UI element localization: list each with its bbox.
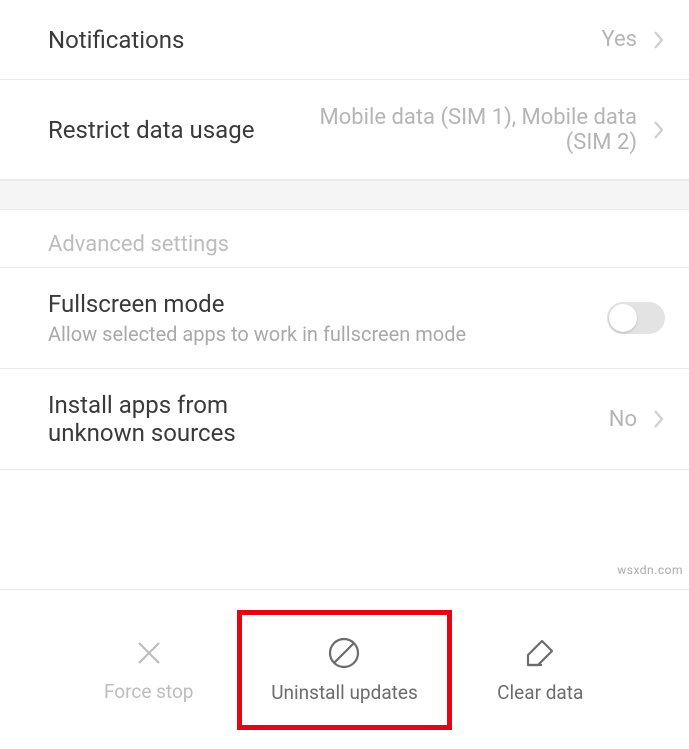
fullscreen-subtitle: Allow selected apps to work in fullscree… (48, 322, 595, 346)
chevron-right-icon (653, 408, 665, 430)
force-stop-button: Force stop (60, 610, 237, 730)
fullscreen-label: Fullscreen mode (48, 290, 595, 318)
force-stop-label: Force stop (104, 680, 193, 703)
clear-data-button[interactable]: Clear data (452, 610, 629, 730)
chevron-right-icon (653, 29, 665, 51)
chevron-right-icon (653, 119, 665, 141)
restrict-data-value: Mobile data (SIM 1), Mobile data (SIM 2) (297, 105, 637, 155)
restrict-data-label: Restrict data usage (48, 116, 254, 144)
fullscreen-toggle[interactable] (607, 302, 665, 334)
advanced-settings-header: Advanced settings (0, 210, 689, 268)
notifications-row[interactable]: Notifications Yes (0, 0, 689, 80)
fullscreen-mode-row[interactable]: Fullscreen mode Allow selected apps to w… (0, 268, 689, 369)
install-unknown-value: No (609, 407, 637, 432)
watermark-text: wsxdn.com (617, 563, 683, 577)
section-gap (0, 180, 689, 210)
notifications-label: Notifications (48, 26, 184, 54)
close-icon (132, 636, 166, 670)
eraser-icon (522, 635, 558, 671)
uninstall-updates-button[interactable]: Uninstall updates (237, 610, 451, 730)
restrict-data-row[interactable]: Restrict data usage Mobile data (SIM 1),… (0, 80, 689, 180)
prohibit-icon (326, 635, 362, 671)
notifications-value: Yes (601, 27, 637, 52)
install-unknown-row[interactable]: Install apps from unknown sources No (0, 369, 689, 470)
install-unknown-label: Install apps from unknown sources (48, 391, 328, 447)
uninstall-updates-label: Uninstall updates (271, 681, 418, 704)
clear-data-label: Clear data (497, 681, 583, 704)
bottom-action-bar: Force stop Uninstall updates Clear data (0, 589, 689, 749)
